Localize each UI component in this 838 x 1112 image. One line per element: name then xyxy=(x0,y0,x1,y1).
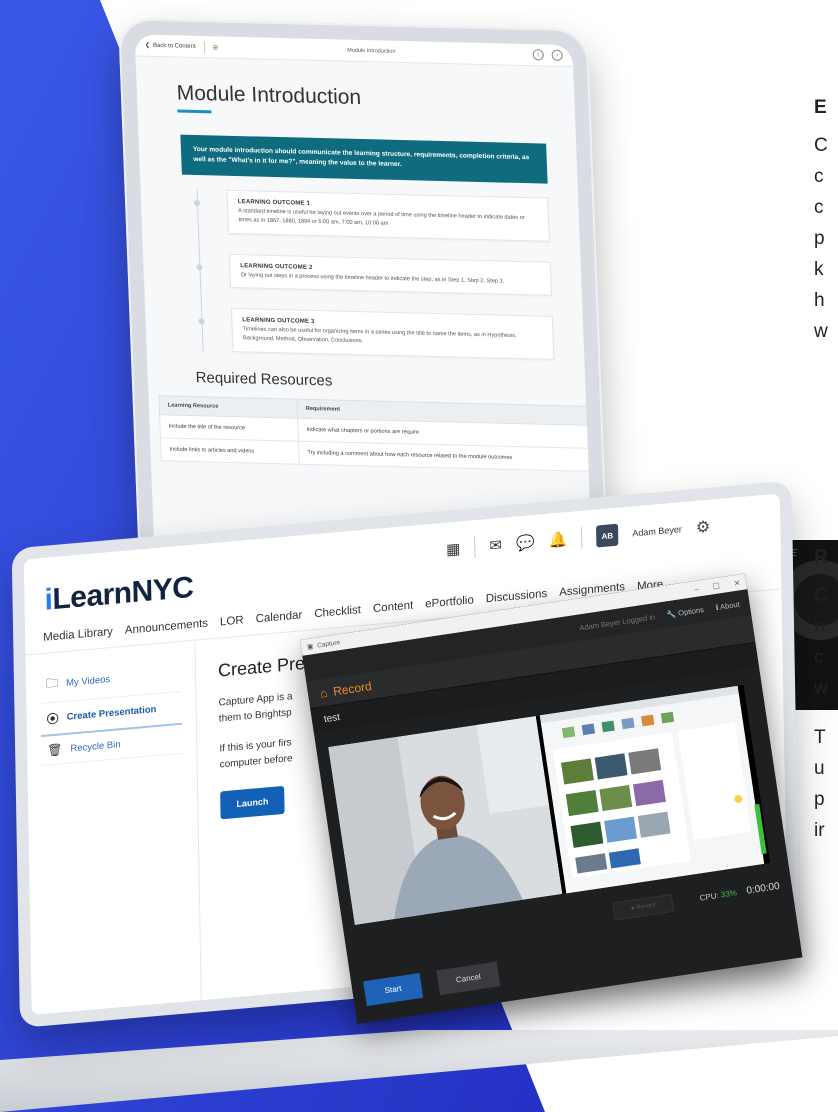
right-line: w xyxy=(814,678,828,699)
laptop-base xyxy=(0,1030,838,1112)
chat-icon[interactable]: 💬 xyxy=(516,533,535,553)
breadcrumb: Module Introduction xyxy=(347,47,396,55)
capture-stats: CPU: 33% 0:00:00 xyxy=(699,881,780,904)
cpu-label: CPU: xyxy=(699,890,720,903)
cpu-value: 33% xyxy=(720,888,738,900)
recording-timer: 0:00:00 xyxy=(745,880,781,897)
right-heading-1: E xyxy=(814,97,827,118)
marketing-stage: REVE E C c c p k h w R C n c w T u p ir … xyxy=(0,0,838,1112)
avatar[interactable]: AB xyxy=(596,523,619,548)
waffle-grid-icon[interactable]: ▦ xyxy=(446,539,460,558)
nav-eportfolio[interactable]: ePortfolio xyxy=(425,594,474,610)
maximize-icon[interactable]: ☐ xyxy=(712,581,720,591)
about-label: About xyxy=(719,599,741,611)
right-line: p xyxy=(814,789,825,810)
right-line: h xyxy=(814,290,825,311)
right-heading-2: R xyxy=(814,547,828,568)
window-title: Capture xyxy=(316,638,341,649)
right-line: C xyxy=(814,135,828,156)
sidebar-item-label: Recycle Bin xyxy=(70,738,121,755)
next-icon[interactable]: › xyxy=(551,49,563,61)
nav-announcements[interactable]: Announcements xyxy=(125,618,208,637)
page-title: Module Introduction xyxy=(176,81,362,110)
capture-preview xyxy=(328,684,771,926)
webcam-preview xyxy=(328,715,563,926)
right-line: n xyxy=(814,616,825,637)
cpu-readout: CPU: 33% xyxy=(699,888,737,902)
logo-text: LearnNYC xyxy=(52,570,194,617)
start-button[interactable]: Start xyxy=(363,973,424,1007)
capture-app-window: ▣ Capture – ☐ ✕ Adam Beyer Logged in 🔧 O… xyxy=(300,573,803,1024)
back-to-content-link[interactable]: ❮ Back to Content xyxy=(145,42,196,50)
resources-heading: Required Resources xyxy=(195,368,333,390)
nav-discussions[interactable]: Discussions xyxy=(486,588,548,605)
right-line: T xyxy=(814,727,826,748)
record-title: Record xyxy=(332,678,373,699)
trash-icon: 🗑 xyxy=(47,742,63,758)
timeline-dot xyxy=(196,263,203,271)
launch-button[interactable]: Launch xyxy=(220,785,285,820)
timeline-dot xyxy=(193,200,201,207)
timeline-line xyxy=(196,189,204,352)
previous-icon[interactable]: ‹ xyxy=(532,49,544,61)
user-status: Adam Beyer Logged in xyxy=(578,611,656,633)
right-line: c xyxy=(814,197,824,218)
tablet-topbar: ❮ Back to Content ≡ Module Introduction … xyxy=(134,34,574,68)
table-cell: Include links to articles and videos xyxy=(160,437,300,464)
options-menu[interactable]: 🔧 Options xyxy=(666,605,704,619)
screen-preview xyxy=(539,685,765,894)
nav-media-library[interactable]: Media Library xyxy=(43,626,113,644)
nav-lor[interactable]: LOR xyxy=(220,614,244,628)
right-line: k xyxy=(814,259,824,280)
options-label: Options xyxy=(677,604,705,618)
presentation-icon: ⦿ xyxy=(46,711,59,727)
timeline-item: LEARNING OUTCOME 1 A standard timeline i… xyxy=(193,190,550,242)
right-line: u xyxy=(814,758,825,779)
about-menu[interactable]: ℹ About xyxy=(715,599,740,611)
mail-icon[interactable]: ✉ xyxy=(489,536,502,555)
right-line: ir xyxy=(814,820,825,841)
nav-content[interactable]: Content xyxy=(373,600,413,616)
sidebar-item-label: Create Presentation xyxy=(66,704,157,723)
ilearnnyc-logo[interactable]: iLearnNYC xyxy=(44,571,193,618)
sidebar-item-label: My Videos xyxy=(65,674,111,689)
gear-icon[interactable]: ⚙ xyxy=(696,517,711,538)
close-icon[interactable]: ✕ xyxy=(733,578,741,588)
divider xyxy=(581,526,583,549)
description-text: If this is your firs computer before xyxy=(219,737,293,771)
wrench-icon: 🔧 xyxy=(666,608,677,619)
bell-icon[interactable]: 🔔 xyxy=(549,530,568,550)
resources-table: Learning Resource Requirement Include th… xyxy=(158,395,596,472)
title-underline xyxy=(177,109,212,114)
nav-checklist[interactable]: Checklist xyxy=(314,604,361,620)
header-icons: ▦ ✉ 💬 🔔 AB Adam Beyer ⚙ xyxy=(446,516,710,561)
timeline-item: LEARNING OUTCOME 3 Timelines can also be… xyxy=(198,308,555,360)
divider xyxy=(203,40,205,53)
right-line: c xyxy=(814,647,824,668)
timeline: LEARNING OUTCOME 1 A standard timeline i… xyxy=(188,189,555,360)
description-text: Capture App is a them to Brightsp xyxy=(218,691,293,725)
sidebar: 🗀 My Videos ⦿ Create Presentation 🗑 Recy… xyxy=(25,640,202,1015)
intro-banner: Your module introduction should communic… xyxy=(180,134,548,185)
folder-icon: 🗀 xyxy=(45,675,59,691)
table-cell: Include the title of the resource xyxy=(159,414,299,441)
right-line: C xyxy=(814,585,828,606)
minimize-icon[interactable]: – xyxy=(694,584,700,594)
back-label: Back to Content xyxy=(152,42,196,50)
right-line: w xyxy=(814,321,828,342)
nav-calendar[interactable]: Calendar xyxy=(256,609,303,625)
home-icon[interactable]: ⌂ xyxy=(319,685,328,700)
capture-app-icon: ▣ xyxy=(306,643,314,651)
right-line: c xyxy=(814,166,824,187)
user-name[interactable]: Adam Beyer xyxy=(632,524,682,538)
timeline-dot xyxy=(198,318,205,325)
chevron-left-icon: ❮ xyxy=(144,42,151,49)
right-line: p xyxy=(814,228,825,249)
cancel-button[interactable]: Cancel xyxy=(436,961,501,996)
timeline-item: LEARNING OUTCOME 2 Or laying out steps i… xyxy=(196,253,552,297)
divider xyxy=(474,536,476,559)
